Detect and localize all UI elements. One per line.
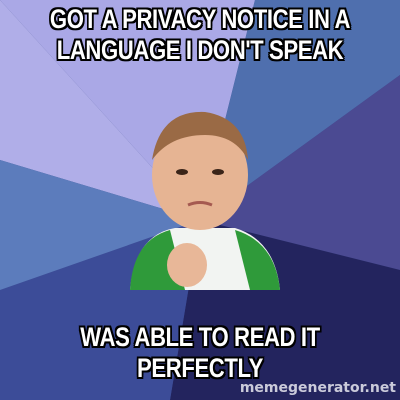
top-caption: GOT A PRIVACY NOTICE IN A LANGUAGE I DON… [0,4,400,66]
bottom-caption-text: WAS ABLE TO READ IT PERFECTLY [80,322,320,383]
watermark: memegenerator.net [239,380,396,396]
bottom-caption: WAS ABLE TO READ IT PERFECTLY [0,322,400,384]
top-caption-text: GOT A PRIVACY NOTICE IN A LANGUAGE I DON… [49,4,351,65]
